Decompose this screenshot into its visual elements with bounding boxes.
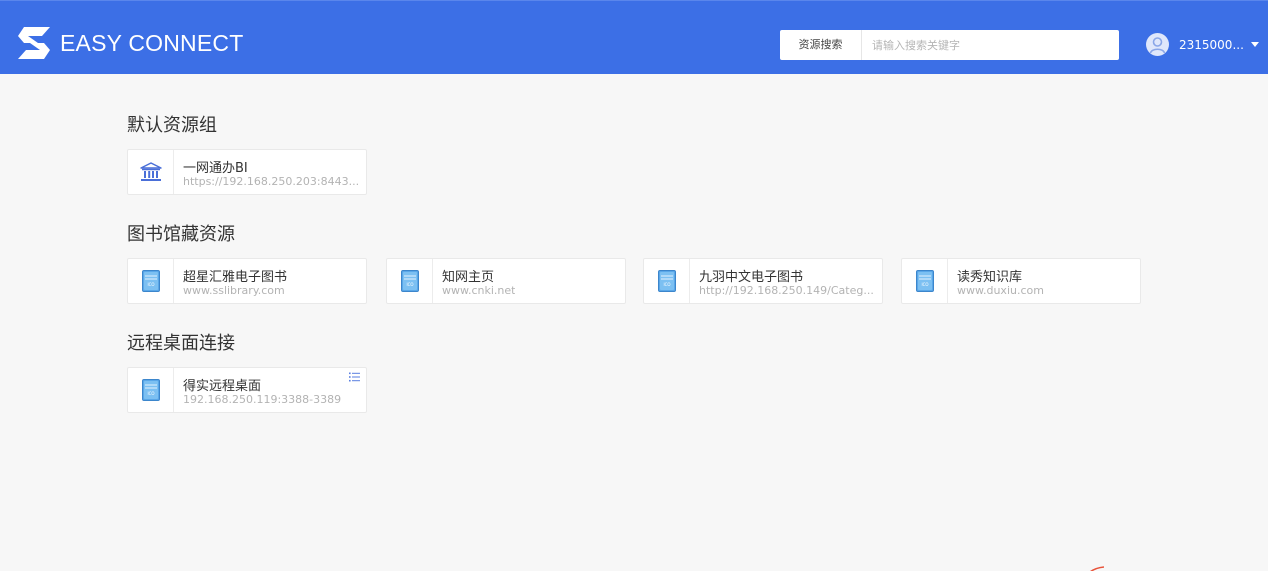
resource-card-cnki[interactable]: ICO 知网主页 www.cnki.net — [386, 258, 626, 304]
ico-book-icon: ICO — [902, 259, 948, 303]
ico-book-icon: ICO — [387, 259, 433, 303]
user-avatar-icon — [1146, 33, 1169, 56]
resource-name: 超星汇雅电子图书 — [183, 270, 288, 285]
user-name: 2315000... — [1179, 37, 1244, 52]
resource-url: http://192.168.250.149/Categ... — [699, 284, 874, 297]
search-scope-label[interactable]: 资源搜索 — [780, 30, 862, 60]
svg-text:ICO: ICO — [663, 282, 670, 287]
svg-text:ICO: ICO — [147, 391, 154, 396]
resource-name: 九羽中文电子图书 — [699, 270, 804, 285]
svg-text:ICO: ICO — [147, 282, 154, 287]
resource-url: www.sslibrary.com — [183, 284, 285, 297]
resource-url: www.cnki.net — [442, 284, 516, 297]
ico-book-icon: ICO — [128, 368, 174, 412]
list-menu-icon[interactable] — [349, 372, 360, 382]
resource-card-yiwangtongban[interactable]: 一网通办BI https://192.168.250.203:8443... — [127, 149, 367, 195]
easyconnect-logo-icon — [18, 27, 50, 59]
logo-text: EASY CONNECT — [60, 30, 244, 56]
svg-text:ICO: ICO — [921, 282, 928, 287]
resource-name: 一网通办BI — [183, 161, 248, 176]
group-title-default: 默认资源组 — [127, 115, 217, 136]
top-header: EASY CONNECT 资源搜索 2315000... — [0, 0, 1268, 74]
resource-card-sslibrary[interactable]: ICO 超星汇雅电子图书 www.sslibrary.com — [127, 258, 367, 304]
easyconnect-logo[interactable]: EASY CONNECT — [18, 27, 243, 59]
resource-name: 得实远程桌面 — [183, 379, 262, 394]
ico-book-icon: ICO — [128, 259, 174, 303]
ico-book-icon: ICO — [644, 259, 690, 303]
group-title-remote-desktop: 远程桌面连接 — [127, 333, 235, 354]
resource-card-remote-desktop[interactable]: ICO 得实远程桌面 192.168.250.119:3388-3389 — [127, 367, 367, 413]
corner-decoration-icon — [1090, 566, 1104, 571]
resource-url: www.duxiu.com — [957, 284, 1044, 297]
resource-card-jiuyu[interactable]: ICO 九羽中文电子图书 http://192.168.250.149/Cate… — [643, 258, 883, 304]
user-menu[interactable]: 2315000... — [1146, 33, 1259, 56]
resource-url: 192.168.250.119:3388-3389 — [183, 393, 342, 406]
resource-search-box: 资源搜索 — [780, 30, 1119, 60]
group-title-library: 图书馆藏资源 — [127, 224, 235, 245]
search-input[interactable] — [862, 30, 1119, 60]
resource-url: https://192.168.250.203:8443... — [183, 175, 359, 188]
bank-icon — [128, 150, 174, 194]
resource-card-duxiu[interactable]: ICO 读秀知识库 www.duxiu.com — [901, 258, 1141, 304]
resource-name: 读秀知识库 — [957, 270, 1023, 285]
resource-name: 知网主页 — [442, 270, 495, 285]
svg-text:ICO: ICO — [406, 282, 413, 287]
chevron-down-icon — [1250, 42, 1259, 47]
